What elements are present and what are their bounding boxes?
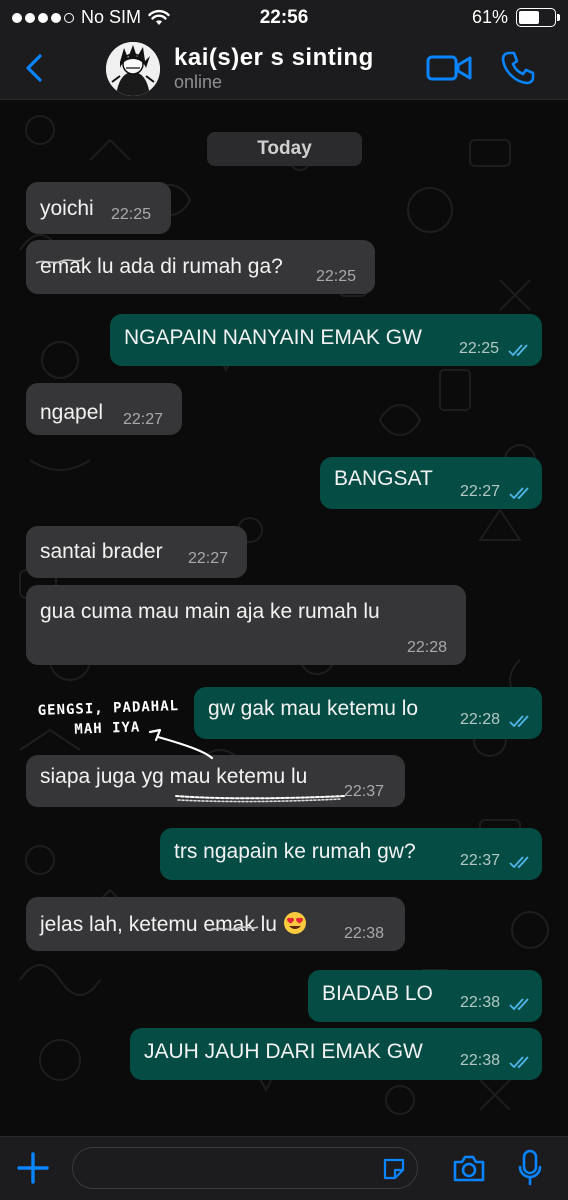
- message-time: 22:28: [460, 711, 501, 728]
- handwritten-annotation: GENGSI, PADAHAL MAH IYA: [37, 695, 208, 741]
- read-receipt-icon: [509, 1056, 529, 1069]
- contact-status: online: [174, 72, 223, 92]
- message-bubble-outgoing[interactable]: BIADAB LO 22:38: [308, 970, 542, 1022]
- message-time: 22:25: [316, 268, 357, 285]
- message-field[interactable]: [72, 1147, 418, 1189]
- video-call-icon[interactable]: [426, 52, 472, 84]
- chat-area[interactable]: Today yoichi 22:25 emak lu ada di rumah …: [0, 100, 568, 1136]
- message-bubble-incoming[interactable]: ngapel 22:27: [26, 383, 182, 435]
- heart-eyes-emoji-icon: [283, 912, 306, 934]
- message-text: santai brader: [40, 540, 163, 563]
- message-time: 22:27: [188, 550, 229, 567]
- message-text: jelas lah, ketemu emak lu: [40, 911, 307, 937]
- message-text-content: jelas lah, ketemu emak lu: [40, 913, 277, 936]
- read-receipt-icon: [509, 487, 529, 500]
- avatar-image: [106, 42, 160, 96]
- message-time: 22:25: [111, 206, 152, 223]
- message-text: BIADAB LO: [322, 982, 433, 1005]
- read-receipt-icon: [509, 715, 529, 728]
- date-separator: Today: [207, 132, 362, 166]
- message-bubble-incoming[interactable]: emak lu ada di rumah ga? 22:25: [26, 240, 375, 294]
- message-bubble-outgoing[interactable]: JAUH JAUH DARI EMAK GW 22:38: [130, 1028, 542, 1080]
- back-chevron-icon[interactable]: [20, 52, 50, 84]
- message-time: 22:27: [460, 483, 501, 500]
- message-time: 22:38: [344, 925, 385, 942]
- sticker-icon[interactable]: [381, 1156, 407, 1182]
- message-text: NGAPAIN NANYAIN EMAK GW: [124, 326, 422, 349]
- message-text: gw gak mau ketemu lo: [208, 697, 419, 720]
- message-text: trs ngapain ke rumah gw?: [174, 840, 416, 863]
- message-time: 22:37: [344, 783, 385, 800]
- message-time: 22:25: [459, 340, 500, 357]
- chat-header: kai(s)er s sinting online: [0, 36, 568, 100]
- message-time: 22:27: [123, 411, 164, 428]
- avatar[interactable]: [106, 42, 160, 96]
- message-text: JAUH JAUH DARI EMAK GW: [144, 1040, 423, 1063]
- message-bubble-outgoing[interactable]: BANGSAT 22:27: [320, 457, 542, 509]
- annotation-line-1: GENGSI, PADAHAL: [37, 698, 180, 719]
- status-right: 61%: [471, 7, 560, 28]
- message-text: BANGSAT: [334, 467, 433, 490]
- message-bubble-outgoing[interactable]: trs ngapain ke rumah gw? 22:37: [160, 828, 542, 880]
- camera-icon[interactable]: [452, 1153, 486, 1183]
- message-time: 22:28: [407, 639, 448, 656]
- message-bubble-incoming[interactable]: gua cuma mau main aja ke rumah lu 22:28: [26, 585, 466, 665]
- message-bubble-outgoing[interactable]: NGAPAIN NANYAIN EMAK GW 22:25: [110, 314, 542, 366]
- message-bubble-incoming[interactable]: santai brader 22:27: [26, 526, 247, 578]
- message-bubble-incoming[interactable]: yoichi 22:25: [26, 182, 171, 234]
- phone-call-icon[interactable]: [500, 50, 536, 86]
- message-input-bar: [0, 1136, 568, 1200]
- message-text: siapa juga yg mau ketemu lu: [40, 765, 308, 788]
- battery-percent: 61%: [471, 7, 508, 27]
- plus-icon[interactable]: [16, 1151, 50, 1185]
- message-text: yoichi: [40, 197, 94, 220]
- message-bubble-outgoing[interactable]: gw gak mau ketemu lo 22:28: [194, 687, 542, 739]
- message-time: 22:38: [460, 994, 501, 1011]
- read-receipt-icon: [508, 344, 528, 357]
- message-text: gua cuma mau main aja ke rumah lu: [40, 600, 380, 623]
- message-time: 22:37: [460, 852, 501, 869]
- microphone-icon[interactable]: [518, 1149, 542, 1187]
- status-bar: No SIM 22:56 61%: [0, 0, 568, 36]
- battery-icon: [516, 8, 560, 27]
- contact-name[interactable]: kai(s)er s sinting: [174, 44, 374, 72]
- message-bubble-incoming[interactable]: jelas lah, ketemu emak lu 22:38: [26, 897, 405, 951]
- read-receipt-icon: [509, 856, 529, 869]
- message-bubble-incoming[interactable]: siapa juga yg mau ketemu lu 22:37: [26, 755, 405, 807]
- message-time: 22:38: [460, 1052, 501, 1069]
- message-text: emak lu ada di rumah ga?: [40, 255, 283, 278]
- read-receipt-icon: [509, 998, 529, 1011]
- message-input[interactable]: [87, 1148, 367, 1188]
- message-text: ngapel: [40, 401, 104, 424]
